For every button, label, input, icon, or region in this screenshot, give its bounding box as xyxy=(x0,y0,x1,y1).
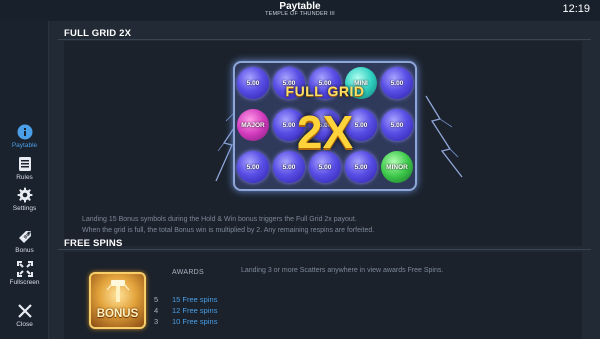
bonus-tag-icon: BUY xyxy=(18,230,32,243)
sidebar-item-label: Fullscreen xyxy=(9,279,40,286)
sidebar-item-label: Paytable xyxy=(11,142,38,149)
game-subtitle: TEMPLE OF THUNDER III xyxy=(265,11,335,17)
full-grid-image: 5.00 5.00 5.00 MINI 5.00 MAJOR 5.00 5.00… xyxy=(233,61,417,191)
full-grid-description-line1: Landing 15 Bonus symbols during the Hold… xyxy=(82,216,357,223)
full-grid-banner: FULL GRID xyxy=(285,83,365,99)
sidebar-item-settings[interactable]: Settings xyxy=(0,187,49,212)
sidebar-item-fullscreen[interactable]: Fullscreen xyxy=(0,261,49,286)
free-spins-panel: BONUS AWARDS 5 15 Free spins 4 12 Free spi… xyxy=(64,252,582,339)
sidebar-item-label: Bonus xyxy=(15,247,34,254)
top-bar: Paytable TEMPLE OF THUNDER III 12:19 xyxy=(0,0,600,21)
sidebar-item-label: Settings xyxy=(12,205,37,212)
awards-row: 3 10 Free spins xyxy=(154,317,217,326)
sidebar: Paytable Rules Settings BUY Bonus Fullsc… xyxy=(0,21,49,339)
award-value: 10 Free spins xyxy=(172,317,218,326)
clock: 12:19 xyxy=(562,3,590,15)
award-value: 12 Free spins xyxy=(172,306,218,315)
sidebar-item-bonus[interactable]: BUY Bonus xyxy=(0,229,49,254)
award-count: 3 xyxy=(154,317,159,326)
awards-header: AWARDS xyxy=(172,269,205,276)
fullscreen-icon xyxy=(16,261,33,277)
section-title-free-spins: FREE SPINS xyxy=(64,238,123,249)
rules-icon xyxy=(18,157,31,171)
section-divider xyxy=(58,249,591,250)
bonus-scatter-symbol: BONUS xyxy=(89,272,146,329)
awards-row: 5 15 Free spins xyxy=(154,295,217,304)
paytable-content[interactable]: FULL GRID 2X 5.00 5.00 5.00 MINI 5.00 MA… xyxy=(49,21,600,339)
sidebar-item-label: Rules xyxy=(16,174,33,181)
thunder-hammer-icon xyxy=(106,280,130,302)
sidebar-item-close[interactable]: Close xyxy=(0,303,49,328)
sidebar-item-rules[interactable]: Rules xyxy=(0,156,49,181)
award-count: 4 xyxy=(154,306,159,315)
section-divider xyxy=(58,39,591,40)
award-value: 15 Free spins xyxy=(172,295,218,304)
full-grid-description-line2: When the grid is full, the total Bonus w… xyxy=(82,227,375,234)
multiplier-banner: 2X xyxy=(296,106,354,158)
sidebar-item-paytable[interactable]: Paytable xyxy=(0,124,49,149)
full-grid-panel: 5.00 5.00 5.00 MINI 5.00 MAJOR 5.00 5.00… xyxy=(64,41,582,246)
section-title-full-grid: FULL GRID 2X xyxy=(64,28,132,39)
free-spins-description: Landing 3 or more Scatters anywhere in v… xyxy=(241,267,444,274)
lightning-bolt-icon xyxy=(425,95,463,178)
bonus-symbol-label: BONUS xyxy=(96,308,139,320)
sidebar-item-label: Close xyxy=(16,321,33,328)
close-icon xyxy=(17,304,32,318)
info-icon xyxy=(17,124,32,140)
awards-row: 4 12 Free spins xyxy=(154,306,217,315)
gear-icon xyxy=(17,187,32,203)
award-count: 5 xyxy=(154,295,159,304)
